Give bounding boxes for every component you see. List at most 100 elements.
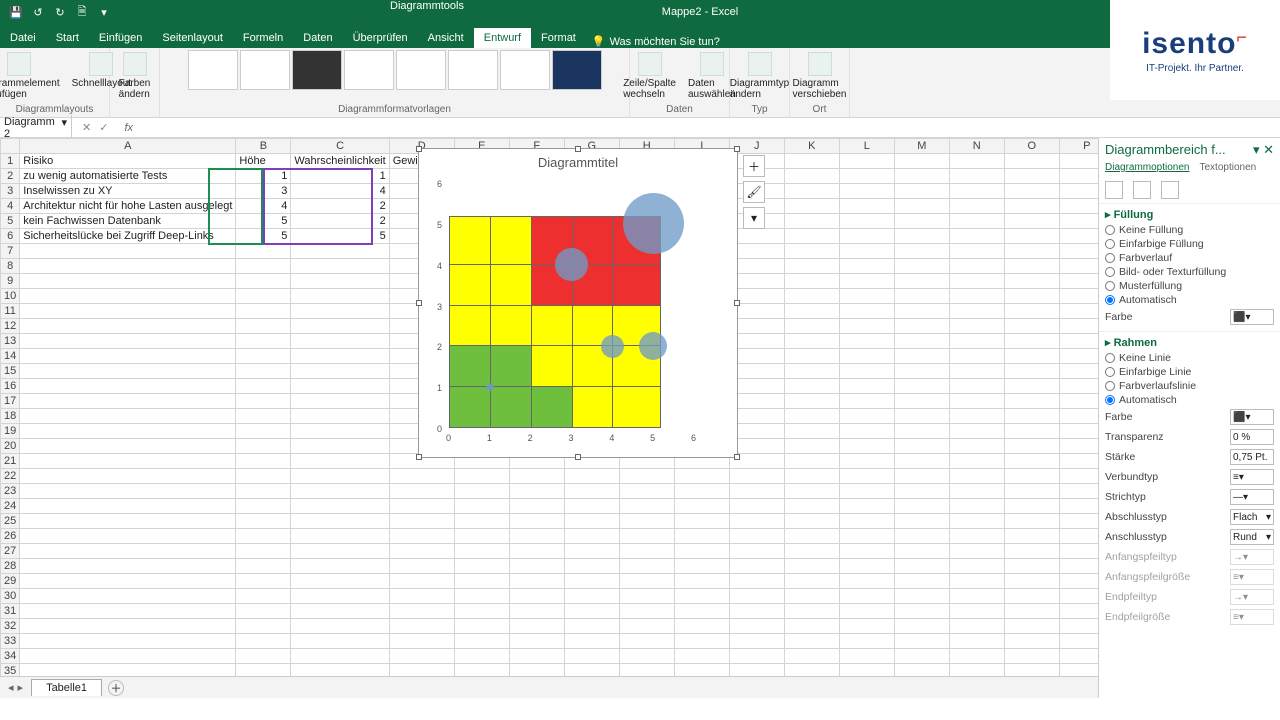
fill-opt-2[interactable] [1105,253,1115,263]
cell-N31[interactable] [949,604,1004,619]
cell-K5[interactable] [784,214,839,229]
cell-A22[interactable] [20,469,236,484]
cell-E34[interactable] [454,649,509,664]
cell-D23[interactable] [389,484,454,499]
cell-A33[interactable] [20,634,236,649]
cell-O9[interactable] [1004,274,1059,289]
cell-B19[interactable] [236,424,291,439]
cell-E33[interactable] [454,634,509,649]
cell-A4[interactable]: Architektur nicht für hohe Lasten ausgel… [20,199,236,214]
cell-M21[interactable] [894,454,949,469]
cell-B30[interactable] [236,589,291,604]
cell-L27[interactable] [839,544,894,559]
border-color-picker[interactable]: ⬛▾ [1230,409,1274,425]
cell-F22[interactable] [509,469,564,484]
cell-G31[interactable] [564,604,619,619]
cell-E31[interactable] [454,604,509,619]
chart-filter-button[interactable]: ▾ [743,207,765,229]
cell-C2[interactable]: 1 [291,169,389,184]
cell-O12[interactable] [1004,319,1059,334]
cell-M12[interactable] [894,319,949,334]
cell-K25[interactable] [784,514,839,529]
cell-L31[interactable] [839,604,894,619]
cell-N10[interactable] [949,289,1004,304]
cell-O34[interactable] [1004,649,1059,664]
cell-L28[interactable] [839,559,894,574]
cell-A3[interactable]: Inselwissen zu XY [20,184,236,199]
cell-C25[interactable] [291,514,389,529]
cell-N1[interactable] [949,154,1004,169]
cell-N13[interactable] [949,334,1004,349]
cell-H26[interactable] [619,529,674,544]
pane-icon-effects[interactable] [1133,181,1151,199]
btn-move-chart[interactable]: Diagramm verschieben [789,50,851,102]
fill-opt-0[interactable] [1105,225,1115,235]
cell-A25[interactable] [20,514,236,529]
cell-M6[interactable] [894,229,949,244]
cell-D33[interactable] [389,634,454,649]
cell-B3[interactable]: 3 [236,184,291,199]
cell-K11[interactable] [784,304,839,319]
cell-A15[interactable] [20,364,236,379]
fill-heading[interactable]: ▸ Füllung [1105,208,1274,221]
cell-G24[interactable] [564,499,619,514]
cell-M15[interactable] [894,364,949,379]
cell-E28[interactable] [454,559,509,574]
cell-N6[interactable] [949,229,1004,244]
cell-H29[interactable] [619,574,674,589]
cell-B23[interactable] [236,484,291,499]
cell-L15[interactable] [839,364,894,379]
undo-icon[interactable]: ↺ [30,4,46,20]
cell-L11[interactable] [839,304,894,319]
cell-I34[interactable] [674,649,729,664]
border-heading[interactable]: ▸ Rahmen [1105,336,1274,349]
cell-M24[interactable] [894,499,949,514]
cell-N17[interactable] [949,394,1004,409]
cell-C11[interactable] [291,304,389,319]
cell-M23[interactable] [894,484,949,499]
cell-O11[interactable] [1004,304,1059,319]
cell-K12[interactable] [784,319,839,334]
cell-E29[interactable] [454,574,509,589]
border-join-sel[interactable]: Rund▾ [1230,529,1274,545]
cell-C15[interactable] [291,364,389,379]
cell-K9[interactable] [784,274,839,289]
cell-N3[interactable] [949,184,1004,199]
cell-N18[interactable] [949,409,1004,424]
cell-A7[interactable] [20,244,236,259]
cell-O10[interactable] [1004,289,1059,304]
cell-K24[interactable] [784,499,839,514]
cell-B32[interactable] [236,619,291,634]
cell-J31[interactable] [729,604,784,619]
cell-O32[interactable] [1004,619,1059,634]
border-opt-2[interactable] [1105,381,1115,391]
btn-add-chart-element[interactable]: Diagrammelement hinzufügen [0,50,64,102]
cell-G29[interactable] [564,574,619,589]
cell-A34[interactable] [20,649,236,664]
cell-F27[interactable] [509,544,564,559]
cell-A1[interactable]: Risiko [20,154,236,169]
cell-L22[interactable] [839,469,894,484]
cell-N32[interactable] [949,619,1004,634]
add-sheet-button[interactable]: ＋ [108,680,124,696]
cell-O16[interactable] [1004,379,1059,394]
cell-O15[interactable] [1004,364,1059,379]
cell-N24[interactable] [949,499,1004,514]
cell-N15[interactable] [949,364,1004,379]
cell-H30[interactable] [619,589,674,604]
cell-N2[interactable] [949,169,1004,184]
cell-A16[interactable] [20,379,236,394]
cell-N30[interactable] [949,589,1004,604]
cell-C8[interactable] [291,259,389,274]
cell-L21[interactable] [839,454,894,469]
cell-D29[interactable] [389,574,454,589]
cell-M16[interactable] [894,379,949,394]
chart-plus-button[interactable]: ＋ [743,155,765,177]
border-opt-0[interactable] [1105,353,1115,363]
cell-K13[interactable] [784,334,839,349]
cell-H27[interactable] [619,544,674,559]
cell-H28[interactable] [619,559,674,574]
tab-formeln[interactable]: Formeln [233,28,293,48]
cell-F24[interactable] [509,499,564,514]
bubble[interactable] [601,335,625,359]
